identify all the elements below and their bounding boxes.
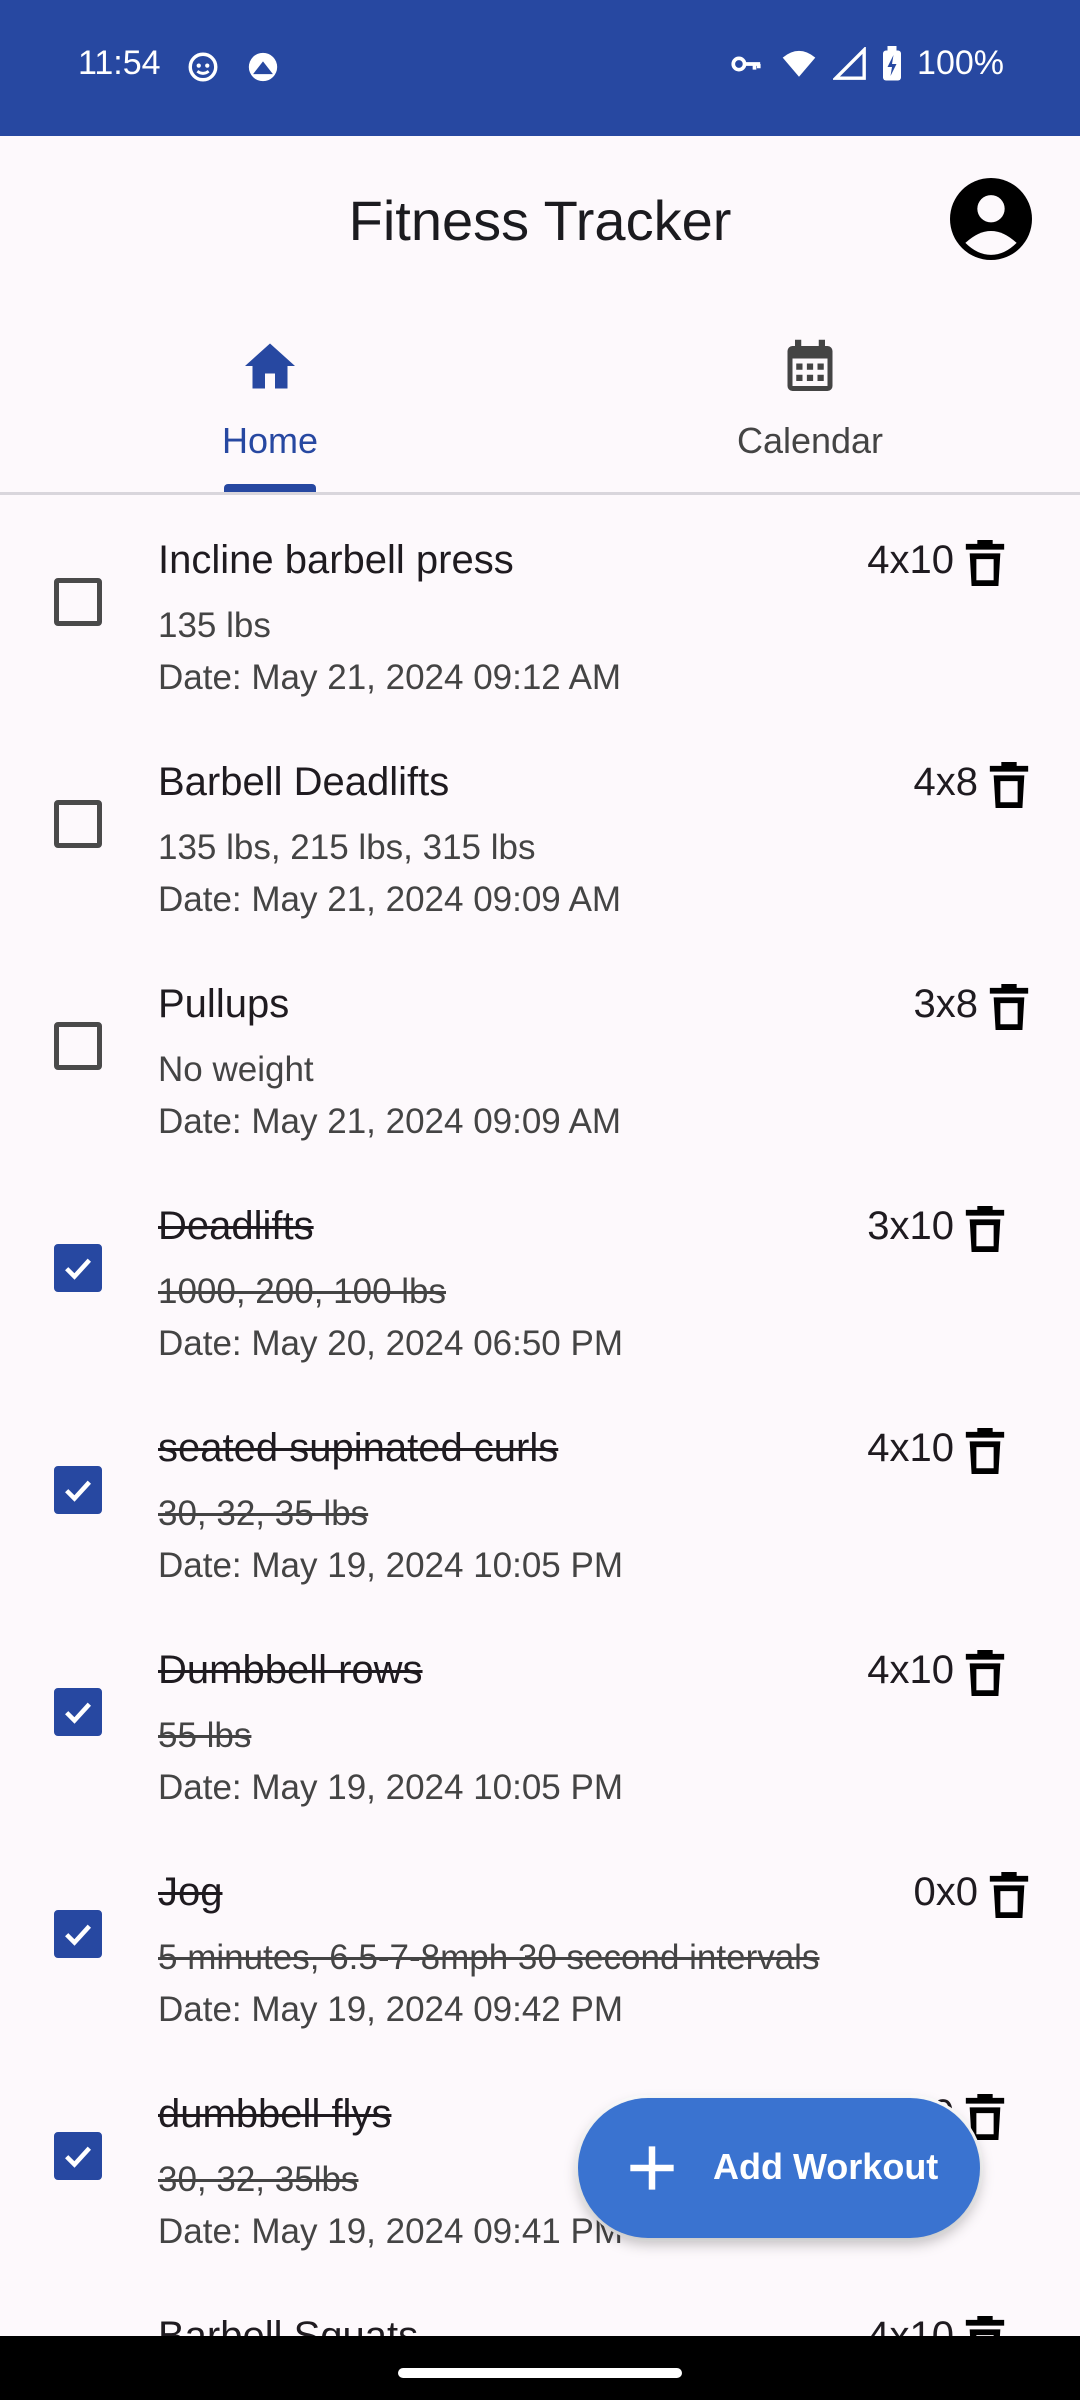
delete-icon[interactable] <box>986 982 1032 1032</box>
wifi-icon <box>782 50 816 77</box>
calendar-icon <box>787 339 833 391</box>
plus-icon <box>630 2146 674 2190</box>
workout-weight: 30, 32, 35 lbs <box>158 1494 369 1533</box>
workout-sets-reps: 3x10 <box>867 1204 954 1248</box>
delete-icon[interactable] <box>962 538 1008 588</box>
delete-icon[interactable] <box>962 1426 1008 1476</box>
workout-weight: 5 minutes, 6.5-7-8mph 30 second interval… <box>158 1938 820 1977</box>
workout-row[interactable]: Pullups No weight Date: May 21, 2024 09:… <box>0 950 1080 1172</box>
workout-date: Date: May 21, 2024 09:09 AM <box>158 880 622 919</box>
complete-checkbox[interactable] <box>54 1910 102 1958</box>
tab-calendar-label: Calendar <box>736 420 884 461</box>
workout-name: Barbell Deadlifts <box>158 760 450 804</box>
delete-icon[interactable] <box>962 1204 1008 1254</box>
workout-name: Dumbbell rows <box>158 1648 423 1692</box>
workout-sets-reps: 4x10 <box>867 538 954 582</box>
status-bar: 11:54 100% <box>0 0 1080 136</box>
complete-checkbox[interactable] <box>54 800 102 848</box>
check-icon <box>65 1480 92 1502</box>
complete-checkbox[interactable] <box>54 578 102 626</box>
workout-date: Date: May 21, 2024 09:12 AM <box>158 658 622 697</box>
workout-date: Date: May 19, 2024 10:05 PM <box>158 1546 623 1585</box>
signal-icon <box>833 46 866 80</box>
workout-weight: No weight <box>158 1050 314 1089</box>
complete-checkbox[interactable] <box>54 1244 102 1292</box>
tab-calendar[interactable]: Calendar <box>540 306 1080 492</box>
workout-sets-reps: 4x10 <box>867 2314 954 2336</box>
tab-home[interactable]: Home <box>0 306 540 492</box>
tab-bar: Home Calendar <box>0 306 1080 495</box>
workout-name: Pullups <box>158 982 290 1026</box>
home-icon <box>245 343 295 389</box>
workout-sets-reps: 4x10 <box>867 1648 954 1692</box>
delete-icon[interactable] <box>986 760 1032 810</box>
check-icon <box>65 2146 92 2168</box>
complete-checkbox[interactable] <box>54 2132 102 2180</box>
workout-row[interactable]: Deadlifts 1000, 200, 100 lbs Date: May 2… <box>0 1172 1080 1394</box>
workout-sets-reps: 0x0 <box>913 1870 979 1914</box>
notification-icon <box>188 52 218 82</box>
workout-row[interactable]: Barbell Deadlifts 135 lbs, 215 lbs, 315 … <box>0 728 1080 950</box>
workout-weight: 55 lbs <box>158 1716 252 1755</box>
workout-sets-reps: 4x10 <box>867 1426 954 1470</box>
tab-home-label: Home <box>221 420 319 461</box>
workout-list[interactable]: Incline barbell press 135 lbs Date: May … <box>0 492 1080 2336</box>
home-gesture-handle[interactable] <box>398 2368 682 2378</box>
status-right: 100% <box>727 44 1004 83</box>
complete-checkbox[interactable] <box>54 1466 102 1514</box>
page-title: Fitness Tracker <box>348 189 732 252</box>
workout-date: Date: May 19, 2024 10:05 PM <box>158 1768 623 1807</box>
workout-name: Deadlifts <box>158 1204 314 1248</box>
workout-weight: 30, 32, 35lbs <box>158 2160 359 2199</box>
battery-icon <box>883 45 902 80</box>
workout-name: Jog <box>158 1870 223 1914</box>
workout-row[interactable]: Barbell Squats 4x10 <box>0 2282 1080 2336</box>
workout-name: Incline barbell press <box>158 538 514 582</box>
complete-checkbox[interactable] <box>54 1688 102 1736</box>
workout-name: Barbell Squats <box>158 2314 419 2336</box>
battery-percent: 100% <box>917 44 1004 82</box>
check-icon <box>65 1924 92 1946</box>
add-workout-label: Add Workout <box>713 2146 939 2187</box>
delete-icon[interactable] <box>986 1870 1032 1920</box>
workout-sets-reps: 3x8 <box>913 982 979 1026</box>
workout-date: Date: May 21, 2024 09:09 AM <box>158 1102 622 1141</box>
vpn-key-icon <box>731 55 761 72</box>
workout-row[interactable]: Incline barbell press 135 lbs Date: May … <box>0 506 1080 728</box>
workout-weight: 135 lbs <box>158 606 271 645</box>
delete-icon[interactable] <box>962 1648 1008 1698</box>
workout-row[interactable]: Jog 5 minutes, 6.5-7-8mph 30 second inte… <box>0 1838 1080 2060</box>
workout-row[interactable]: Dumbbell rows 55 lbs Date: May 19, 2024 … <box>0 1616 1080 1838</box>
workout-date: Date: May 19, 2024 09:42 PM <box>158 1990 623 2029</box>
app-notification-icon <box>248 52 278 82</box>
delete-icon[interactable] <box>962 2314 1008 2336</box>
check-icon <box>65 1702 92 1724</box>
workout-weight: 135 lbs, 215 lbs, 315 lbs <box>158 828 536 867</box>
workout-name: dumbbell flys <box>158 2092 392 2136</box>
tab-indicator <box>224 484 316 492</box>
workout-sets-reps: 4x8 <box>913 760 979 804</box>
workout-date: Date: May 20, 2024 06:50 PM <box>158 1324 623 1363</box>
workout-name: seated supinated curls <box>158 1426 559 1470</box>
workout-weight: 1000, 200, 100 lbs <box>158 1272 447 1311</box>
complete-checkbox[interactable] <box>54 1022 102 1070</box>
app-bar: Fitness Tracker <box>0 136 1080 306</box>
status-time: 11:54 <box>78 44 161 82</box>
check-icon <box>65 1258 92 1280</box>
add-workout-button[interactable]: Add Workout <box>578 2098 980 2238</box>
workout-date: Date: May 19, 2024 09:41 PM <box>158 2212 623 2251</box>
workout-row[interactable]: seated supinated curls 30, 32, 35 lbs Da… <box>0 1394 1080 1616</box>
account-icon[interactable] <box>950 178 1032 260</box>
